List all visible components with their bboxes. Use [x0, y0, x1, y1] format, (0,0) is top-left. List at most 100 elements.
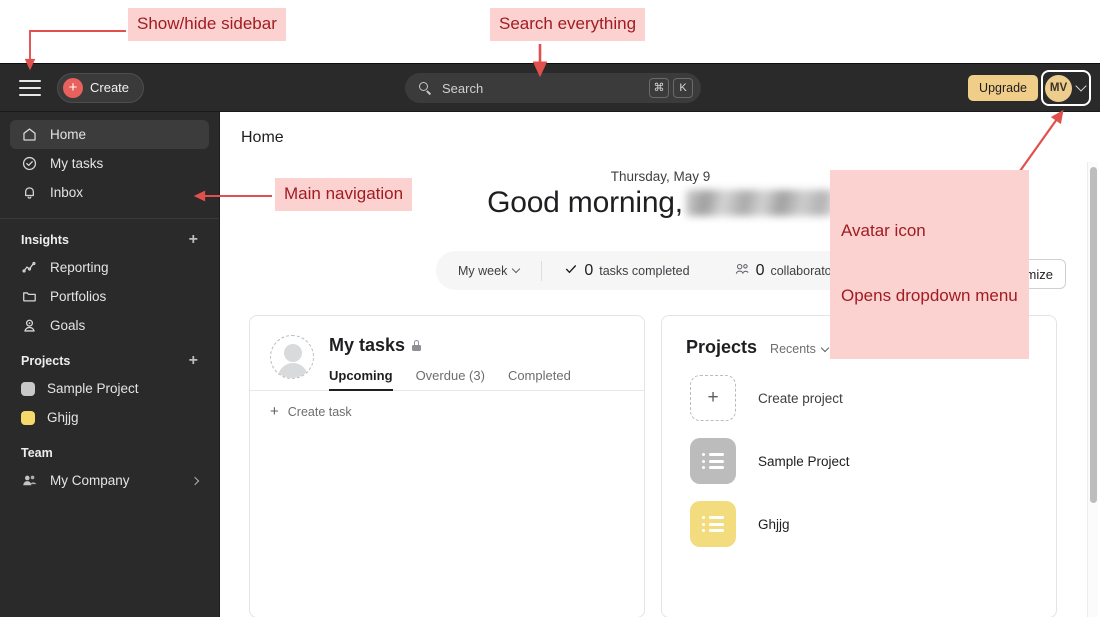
annotation-avatar-dropdown: Avatar icon Opens dropdown menu [830, 170, 1029, 359]
sidebar-project-ghjjg[interactable]: Ghjjg [10, 403, 209, 432]
chevron-down-icon [820, 343, 830, 352]
tasks-completed-count: 0 [584, 261, 594, 279]
sidebar-item-label: Home [50, 127, 87, 142]
collaborators-icon [734, 262, 750, 279]
annotation-show-hide-sidebar: Show/hide sidebar [128, 8, 286, 41]
section-title: Team [21, 446, 53, 460]
project-label: Ghjjg [758, 516, 790, 532]
sidebar-item-label: Goals [50, 318, 86, 333]
folder-icon [21, 288, 38, 305]
sidebar-item-my-tasks[interactable]: My tasks [10, 149, 209, 178]
avatar: MV [1045, 74, 1072, 102]
create-button-label: Create [90, 80, 130, 95]
tab-upcoming[interactable]: Upcoming [329, 368, 393, 391]
sidebar-section-projects: Projects + [21, 353, 198, 369]
sidebar-item-portfolios[interactable]: Portfolios [10, 282, 209, 311]
sidebar-item-reporting[interactable]: Reporting [10, 253, 209, 282]
sidebar-item-label: My tasks [50, 156, 104, 171]
project-row-ghjjg[interactable]: Ghjjg [662, 501, 1056, 547]
add-insight-button[interactable]: + [189, 232, 198, 248]
chevron-down-icon [512, 264, 521, 274]
create-button[interactable]: + Create [57, 72, 145, 103]
project-color-swatch [21, 410, 35, 425]
chevron-right-icon [190, 476, 200, 485]
stats-bar: My week 0 tasks completed 0 collaborator… [436, 251, 870, 290]
chart-line-icon [21, 259, 38, 276]
sidebar-section-team: Team [21, 446, 198, 460]
sidebar: Home My tasks Inbox Insights + Reporting… [0, 112, 220, 617]
avatar-menu-button[interactable]: MV [1041, 70, 1091, 106]
goal-icon [21, 317, 38, 334]
top-bar: + Create Search ⌘ K Upgrade MV [0, 64, 1100, 112]
my-tasks-header: My tasks Upcoming Overdue (3) Completed [250, 316, 644, 391]
page-title: Home [241, 129, 284, 146]
lock-icon [412, 340, 422, 351]
sidebar-section-insights: Insights + [21, 232, 198, 248]
sidebar-item-label: Sample Project [47, 381, 139, 396]
section-title: Projects [21, 354, 71, 368]
tab-overdue[interactable]: Overdue (3) [416, 368, 485, 391]
plus-icon: + [63, 77, 83, 98]
projects-filter-label: Recents [770, 342, 816, 356]
week-range-label: My week [458, 263, 508, 278]
annotation-line-2: Opens dropdown menu [841, 285, 1018, 305]
create-project-row[interactable]: + Create project [662, 375, 1056, 421]
sidebar-toggle-icon[interactable] [19, 79, 41, 96]
sidebar-item-label: Inbox [50, 185, 84, 200]
check-circle-icon [21, 155, 38, 172]
bell-icon [21, 184, 38, 201]
shortcut-k-key: K [673, 78, 693, 98]
tasks-completed-label: tasks completed [599, 263, 690, 278]
week-range-selector[interactable]: My week [436, 261, 541, 281]
my-tasks-tabs: Upcoming Overdue (3) Completed [329, 368, 571, 391]
user-avatar-placeholder [270, 335, 314, 379]
section-title: Insights [21, 233, 69, 247]
tab-completed[interactable]: Completed [508, 368, 571, 391]
annotation-main-navigation: Main navigation [275, 178, 413, 211]
search-icon [419, 81, 432, 95]
collaborators-count: 0 [755, 261, 765, 279]
plus-icon: + [270, 403, 279, 420]
sidebar-item-label: My Company [50, 473, 130, 488]
project-label: Sample Project [758, 453, 850, 469]
sidebar-divider [0, 218, 219, 219]
home-icon [21, 126, 38, 143]
sidebar-item-home[interactable]: Home [10, 120, 209, 149]
sidebar-project-sample-project[interactable]: Sample Project [10, 374, 209, 403]
tasks-completed-stat: 0 tasks completed [542, 261, 711, 281]
sidebar-item-label: Reporting [50, 260, 109, 275]
project-list-icon [690, 501, 736, 547]
scrollbar-thumb[interactable] [1090, 167, 1097, 503]
project-list-icon [690, 438, 736, 484]
chevron-down-icon [1075, 80, 1087, 92]
projects-title: Projects [686, 337, 758, 357]
annotation-search-everything: Search everything [490, 8, 646, 41]
my-tasks-card: My tasks Upcoming Overdue (3) Completed … [249, 315, 645, 617]
create-task-label: Create task [287, 405, 352, 419]
search-placeholder: Search [442, 80, 484, 96]
create-project-label: Create project [758, 390, 843, 406]
shortcut-cmd-key: ⌘ [649, 78, 669, 98]
sidebar-item-goals[interactable]: Goals [10, 311, 209, 340]
create-task-button[interactable]: + Create task [250, 391, 644, 419]
search-input[interactable]: Search ⌘ K [405, 73, 701, 103]
sidebar-team-my-company[interactable]: My Company [10, 466, 209, 495]
upgrade-button[interactable]: Upgrade [968, 75, 1038, 101]
sidebar-item-inbox[interactable]: Inbox [10, 178, 209, 207]
project-color-swatch [21, 381, 35, 396]
project-row-sample-project[interactable]: Sample Project [662, 438, 1056, 484]
greeting-user-name-blurred [685, 190, 834, 216]
add-project-button[interactable]: + [189, 353, 198, 369]
sidebar-item-label: Ghjjg [47, 410, 79, 425]
plus-icon: + [690, 375, 736, 421]
check-icon [564, 262, 578, 279]
projects-card: Projects Recents + Create project Sample… [661, 315, 1057, 617]
greeting-text: Good morning, [487, 186, 683, 219]
people-icon [21, 472, 38, 489]
my-tasks-title-row: My tasks [329, 335, 571, 356]
vertical-scrollbar[interactable] [1087, 162, 1098, 617]
annotation-line-1: Avatar icon [841, 220, 926, 240]
my-tasks-title: My tasks [329, 335, 406, 355]
sidebar-item-label: Portfolios [50, 289, 107, 304]
projects-filter-selector[interactable]: Recents [770, 342, 830, 356]
